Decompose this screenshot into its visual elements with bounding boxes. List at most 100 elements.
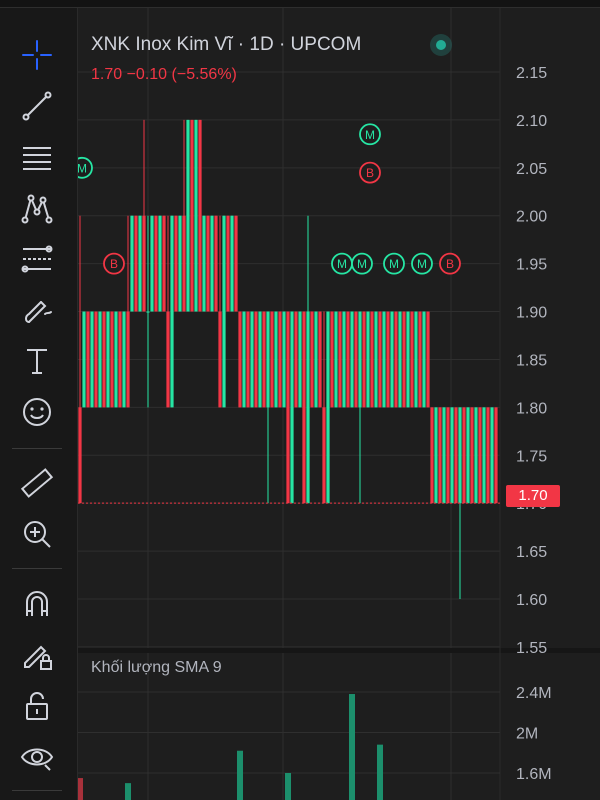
magnet-icon [26, 591, 48, 616]
visibility-tool[interactable] [14, 737, 60, 777]
brush-tool[interactable] [14, 290, 60, 330]
volume-bar [377, 744, 383, 800]
drawing-toolbar [0, 8, 78, 800]
crosshair-tool[interactable] [14, 35, 60, 75]
candle-body [234, 215, 238, 312]
pattern-tool[interactable] [14, 188, 60, 228]
candle-body [254, 311, 258, 408]
candle-body [330, 311, 334, 408]
volume-bar [78, 778, 83, 800]
text-tool[interactable] [14, 341, 60, 381]
price-axis-tick: 1.65 [516, 544, 547, 561]
trend-line-icon [22, 91, 52, 121]
candle-body [134, 215, 138, 312]
candle-body [302, 311, 306, 504]
candle-body [442, 407, 446, 504]
text-icon [27, 349, 47, 374]
price-axis-tick: 2.10 [516, 113, 547, 130]
candle-body [258, 311, 262, 408]
candle-body [214, 215, 218, 312]
candle-body [398, 311, 402, 408]
candle-body [474, 407, 478, 504]
volume-bar [349, 694, 355, 800]
trade-marker-label: M [417, 257, 427, 271]
ruler-tool[interactable] [14, 463, 60, 503]
brush-icon [25, 301, 52, 323]
candle-body [86, 311, 90, 408]
horizontal-lines-tool[interactable] [14, 137, 60, 177]
candle-body [318, 311, 322, 408]
candle-body [270, 311, 274, 408]
candle-body [250, 311, 254, 408]
candle-body [230, 215, 234, 312]
trade-marker-label: M [337, 257, 347, 271]
candle-body [114, 311, 118, 408]
candle-body [166, 311, 170, 408]
candle-body [306, 311, 310, 504]
candle-body [246, 311, 250, 408]
eye-icon [20, 748, 54, 771]
trend-line-tool[interactable] [14, 86, 60, 126]
candle-body [154, 215, 158, 312]
candle-body [362, 311, 366, 408]
candle-body [338, 311, 342, 408]
price-axis-tick: 1.80 [516, 400, 547, 417]
lock-drawings-tool[interactable] [14, 635, 60, 675]
zoom-in-icon [24, 521, 51, 548]
magnet-tool[interactable] [14, 584, 60, 624]
volume-axis-tick: 2.4M [516, 685, 552, 702]
emoji-tool[interactable] [14, 392, 60, 432]
candle-body [282, 311, 286, 408]
top-bar [0, 0, 600, 8]
candle-body [90, 311, 94, 408]
price-axis[interactable]: 2.152.102.052.001.951.901.851.801.751.70… [516, 65, 547, 657]
candle-body [486, 407, 490, 504]
candle-body [182, 215, 186, 312]
candle-body [370, 311, 374, 408]
price-axis-tick: 1.60 [516, 592, 547, 609]
candle-body [446, 407, 450, 504]
candle-body [382, 311, 386, 408]
candle-body [374, 311, 378, 408]
volume-axis-tick: 1.6M [516, 766, 552, 783]
trade-marker-label: B [446, 257, 454, 271]
candle-body [478, 407, 482, 504]
candle-body [130, 215, 134, 312]
price-axis-tick: 2.00 [516, 209, 547, 226]
candle-body [418, 311, 422, 408]
volume-bar [285, 773, 291, 800]
candle-body [186, 119, 190, 312]
candle-body [410, 311, 414, 408]
candle-body [462, 407, 466, 504]
candle-body [290, 311, 294, 504]
chart-area[interactable]: 2.4M 2M 1.6M MBMBMMMMB 2.15 2.10 2.05 2.00 1.9… [78, 8, 600, 800]
candle-body [222, 215, 226, 408]
candle-body [262, 311, 266, 408]
emoji-icon [23, 398, 51, 426]
trade-marker-label: M [357, 257, 367, 271]
candle-body [378, 311, 382, 408]
candle-body [274, 311, 278, 408]
candle-body [450, 407, 454, 504]
trade-marker-label: B [110, 257, 118, 271]
candle-body [122, 311, 126, 408]
pattern-icon [21, 194, 53, 224]
candle-body [426, 311, 430, 408]
candle-body [490, 407, 494, 504]
candle-body [346, 311, 350, 408]
candle-body [194, 119, 198, 312]
trade-marker-label: M [78, 161, 87, 175]
unlock-tool[interactable] [14, 686, 60, 726]
candle-body [110, 311, 114, 408]
candle-body [118, 311, 122, 408]
chart-canvas[interactable]: 2.4M2M1.6M MBMBM M M M B 2.152.102.052.001.9… [78, 8, 600, 800]
candle-body [454, 407, 458, 504]
zoom-in-tool[interactable] [14, 514, 60, 554]
candle-body [470, 407, 474, 504]
volume-legend[interactable]: Khối lượng SMA 9 [91, 659, 222, 677]
symbol-legend[interactable]: XNK Inox Kim Vĩ · 1D · UPCOM [91, 34, 361, 56]
trade-marker-label: M [389, 257, 399, 271]
candle-body [170, 215, 174, 408]
candle-body [350, 311, 354, 408]
fib-lines-tool[interactable] [14, 239, 60, 279]
